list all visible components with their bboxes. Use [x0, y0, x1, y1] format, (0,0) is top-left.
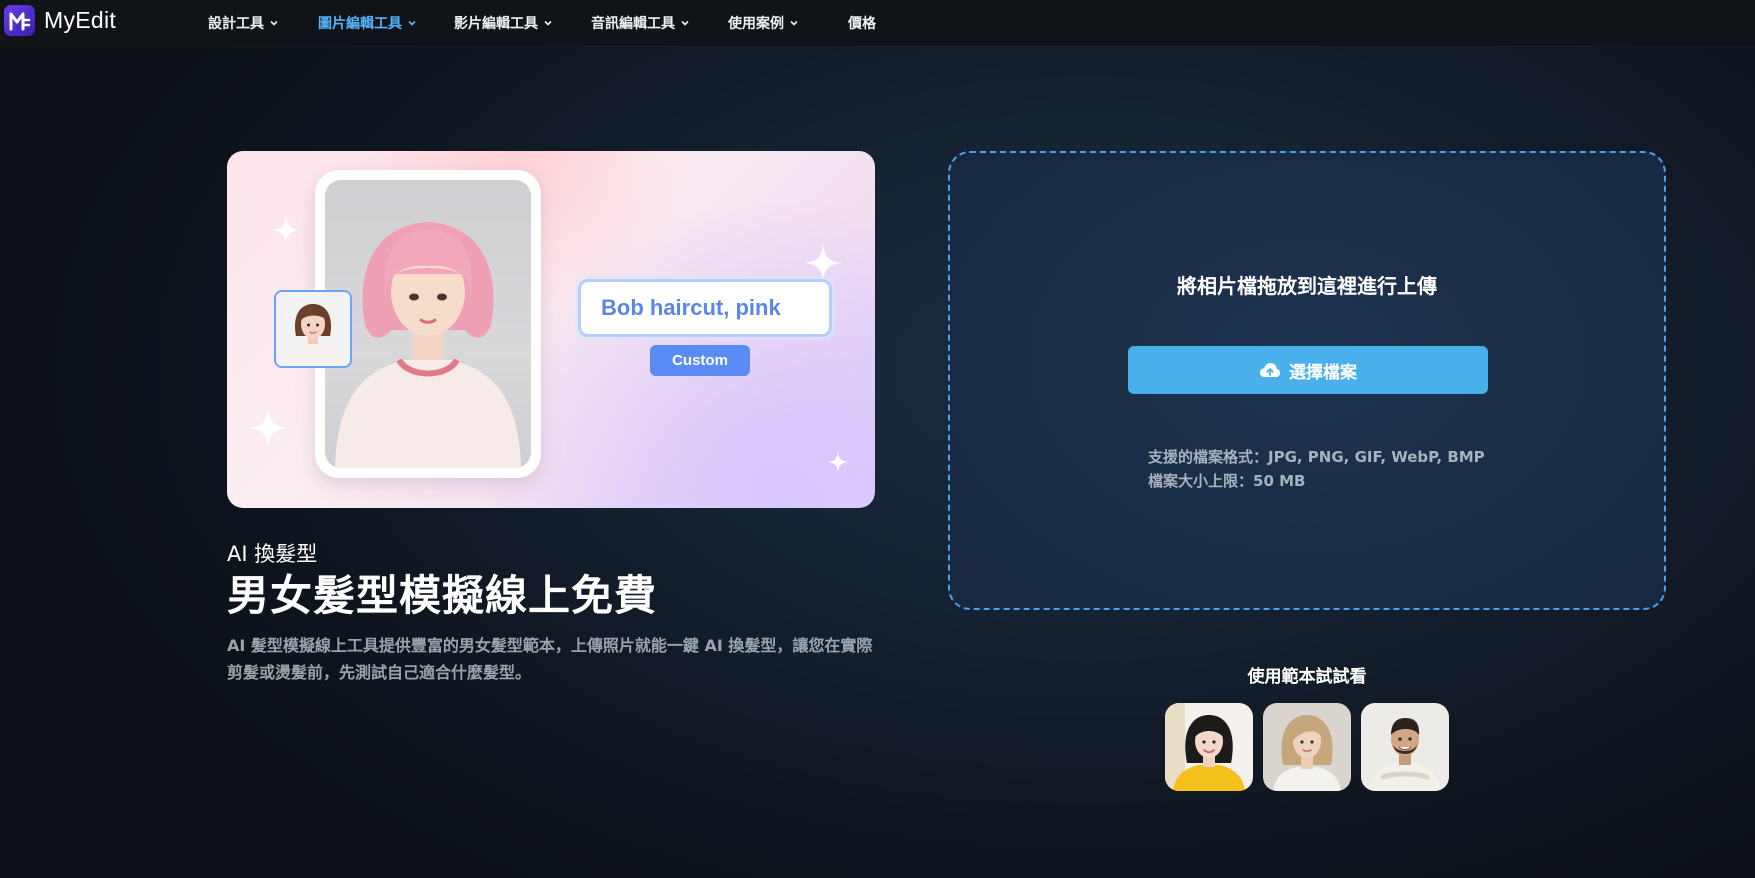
upload-dropzone[interactable]: 將相片檔拖放到這裡進行上傳 選擇檔案 支援的檔案格式：JPG, PNG, GIF…: [948, 151, 1666, 610]
nav-pricing[interactable]: 價格: [848, 13, 876, 33]
brand-name: MyEdit: [44, 7, 117, 33]
supported-formats-text: 支援的檔案格式：JPG, PNG, GIF, WebP, BMP: [1148, 448, 1485, 466]
sparkle-icon: [827, 451, 849, 473]
page-title: 男女髮型模擬線上免費: [227, 571, 658, 620]
chevron-down-icon: [681, 20, 689, 26]
select-file-button[interactable]: 選擇檔案: [1128, 346, 1488, 394]
nav-video-tools[interactable]: 影片編輯工具: [454, 13, 553, 33]
hairstyle-prompt-box: Bob haircut, pink: [578, 279, 832, 337]
nav-label: 使用案例: [728, 16, 784, 32]
nav-label: 設計工具: [208, 16, 264, 32]
max-file-size-text: 檔案大小上限：50 MB: [1148, 472, 1306, 490]
top-navbar: MyEdit 設計工具 圖片編輯工具 影片編輯工具 音訊編輯工具 使用案例 價格: [0, 0, 1755, 46]
chevron-down-icon: [544, 20, 552, 26]
select-file-label: 選擇檔案: [1289, 362, 1357, 383]
sparkle-icon: [803, 243, 843, 283]
hero-illustration: Bob haircut, pink Custom: [227, 151, 875, 508]
nav-label: 價格: [848, 16, 876, 32]
sample-image-woman-yellow[interactable]: [1165, 703, 1253, 791]
sample-image-man-smiling[interactable]: [1361, 703, 1449, 791]
nav-image-tools[interactable]: 圖片編輯工具: [318, 13, 417, 33]
dropzone-title: 將相片檔拖放到這裡進行上傳: [1177, 274, 1437, 298]
upload-requirements: 支援的檔案格式：JPG, PNG, GIF, WebP, BMP 檔案大小上限：…: [1148, 445, 1485, 493]
nav-audio-tools[interactable]: 音訊編輯工具: [591, 13, 690, 33]
nav-label: 音訊編輯工具: [591, 16, 675, 32]
cloud-upload-icon: [1260, 363, 1280, 377]
custom-tag: Custom: [650, 345, 750, 376]
portrait-before-thumbnail: [274, 290, 352, 368]
nav-label: 影片編輯工具: [454, 16, 538, 32]
page-description: AI 髮型模擬線上工具提供豐富的男女髮型範本，上傳照片就能一鍵 AI 換髮型，讓…: [227, 636, 873, 682]
nav-design-tools[interactable]: 設計工具: [208, 13, 279, 33]
myedit-logo-icon: [4, 5, 35, 36]
sparkle-icon: [247, 407, 289, 449]
samples-title: 使用範本試試看: [1247, 667, 1367, 687]
nav-label: 圖片編輯工具: [318, 16, 402, 32]
sample-image-woman-blonde[interactable]: [1263, 703, 1351, 791]
chevron-down-icon: [790, 20, 798, 26]
chevron-down-icon: [408, 20, 416, 26]
nav-use-cases[interactable]: 使用案例: [728, 13, 799, 33]
chevron-down-icon: [270, 20, 278, 26]
brand-logo[interactable]: MyEdit: [4, 5, 116, 36]
portrait-after-image: [325, 180, 531, 468]
sparkle-icon: [271, 215, 301, 245]
